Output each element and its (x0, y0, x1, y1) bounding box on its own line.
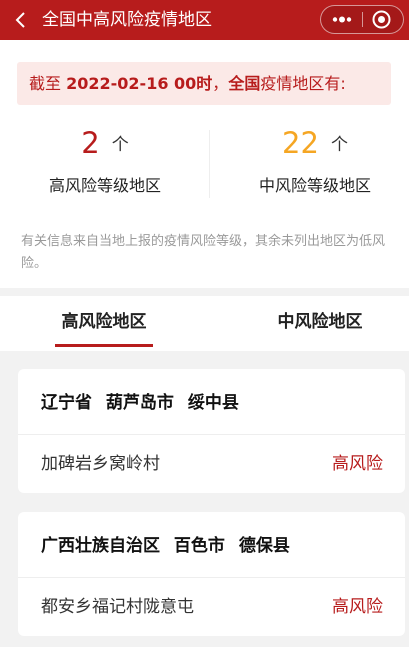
area-province: 辽宁省 (41, 393, 92, 413)
area-county: 绥中县 (187, 393, 239, 413)
notice-suffix: 疫情地区有: (260, 74, 346, 93)
more-icon[interactable] (329, 6, 355, 33)
notice-datetime: 2022-02-16 00时 (66, 74, 213, 93)
tab-mid-risk[interactable]: 中风险地区 (250, 296, 390, 351)
high-risk-label: 高风险等级地区 (48, 176, 161, 195)
summary-card: 截至 2022-02-16 00时，全国疫情地区有: 2个 高风险等级地区 22… (0, 40, 409, 288)
tab-high-risk[interactable]: 高风险地区 (36, 296, 172, 351)
area-city: 葫芦岛市 (105, 393, 174, 413)
area-location: 辽宁省 葫芦岛市 绥中县 (41, 369, 239, 433)
mid-risk-stat: 22 个 中风险等级地区 (225, 124, 405, 196)
risk-level-badge: 高风险 (332, 597, 383, 617)
area-card[interactable]: 广西壮族自治区 百色市 德保县 都安乡福记村陇意屯 高风险 (18, 512, 405, 636)
risk-tabs: 高风险地区 中风险地区 (0, 296, 409, 351)
notice-comma: ， (212, 74, 229, 93)
info-note: 有关信息来自当地上报的疫情风险等级，其余未列出地区为低风险。 (21, 234, 386, 271)
area-place: 加碑岩乡窝岭村 (41, 454, 160, 474)
area-province: 广西壮族自治区 (41, 536, 160, 556)
active-tab-indicator (55, 344, 153, 347)
high-risk-stat: 2个 高风险等级地区 (15, 124, 195, 196)
risk-level-badge: 高风险 (332, 454, 383, 474)
notice-region: 全国 (228, 74, 261, 93)
capsule-divider (362, 12, 363, 27)
notice-prefix: 截至 (29, 74, 62, 93)
mini-program-capsule (320, 5, 404, 34)
notice-banner: 截至 2022-02-16 00时，全国疫情地区有: (17, 62, 391, 105)
area-card[interactable]: 辽宁省 葫芦岛市 绥中县 加碑岩乡窝岭村 高风险 (18, 369, 405, 493)
mid-risk-count: 22 (282, 126, 319, 160)
area-county: 德保县 (238, 536, 290, 556)
record-icon[interactable] (371, 9, 392, 30)
stat-divider (209, 130, 210, 198)
back-icon[interactable] (13, 8, 29, 32)
area-city: 百色市 (173, 536, 225, 556)
high-risk-count: 2 (81, 126, 100, 160)
high-risk-unit: 个 (111, 135, 129, 155)
page-title: 全国中高风险疫情地区 (42, 10, 212, 30)
nav-header: 全国中高风险疫情地区 (0, 0, 409, 40)
mid-risk-label: 中风险等级地区 (258, 176, 371, 195)
area-place: 都安乡福记村陇意屯 (41, 597, 194, 617)
mid-risk-unit: 个 (330, 135, 348, 155)
area-location: 广西壮族自治区 百色市 德保县 (41, 512, 290, 576)
